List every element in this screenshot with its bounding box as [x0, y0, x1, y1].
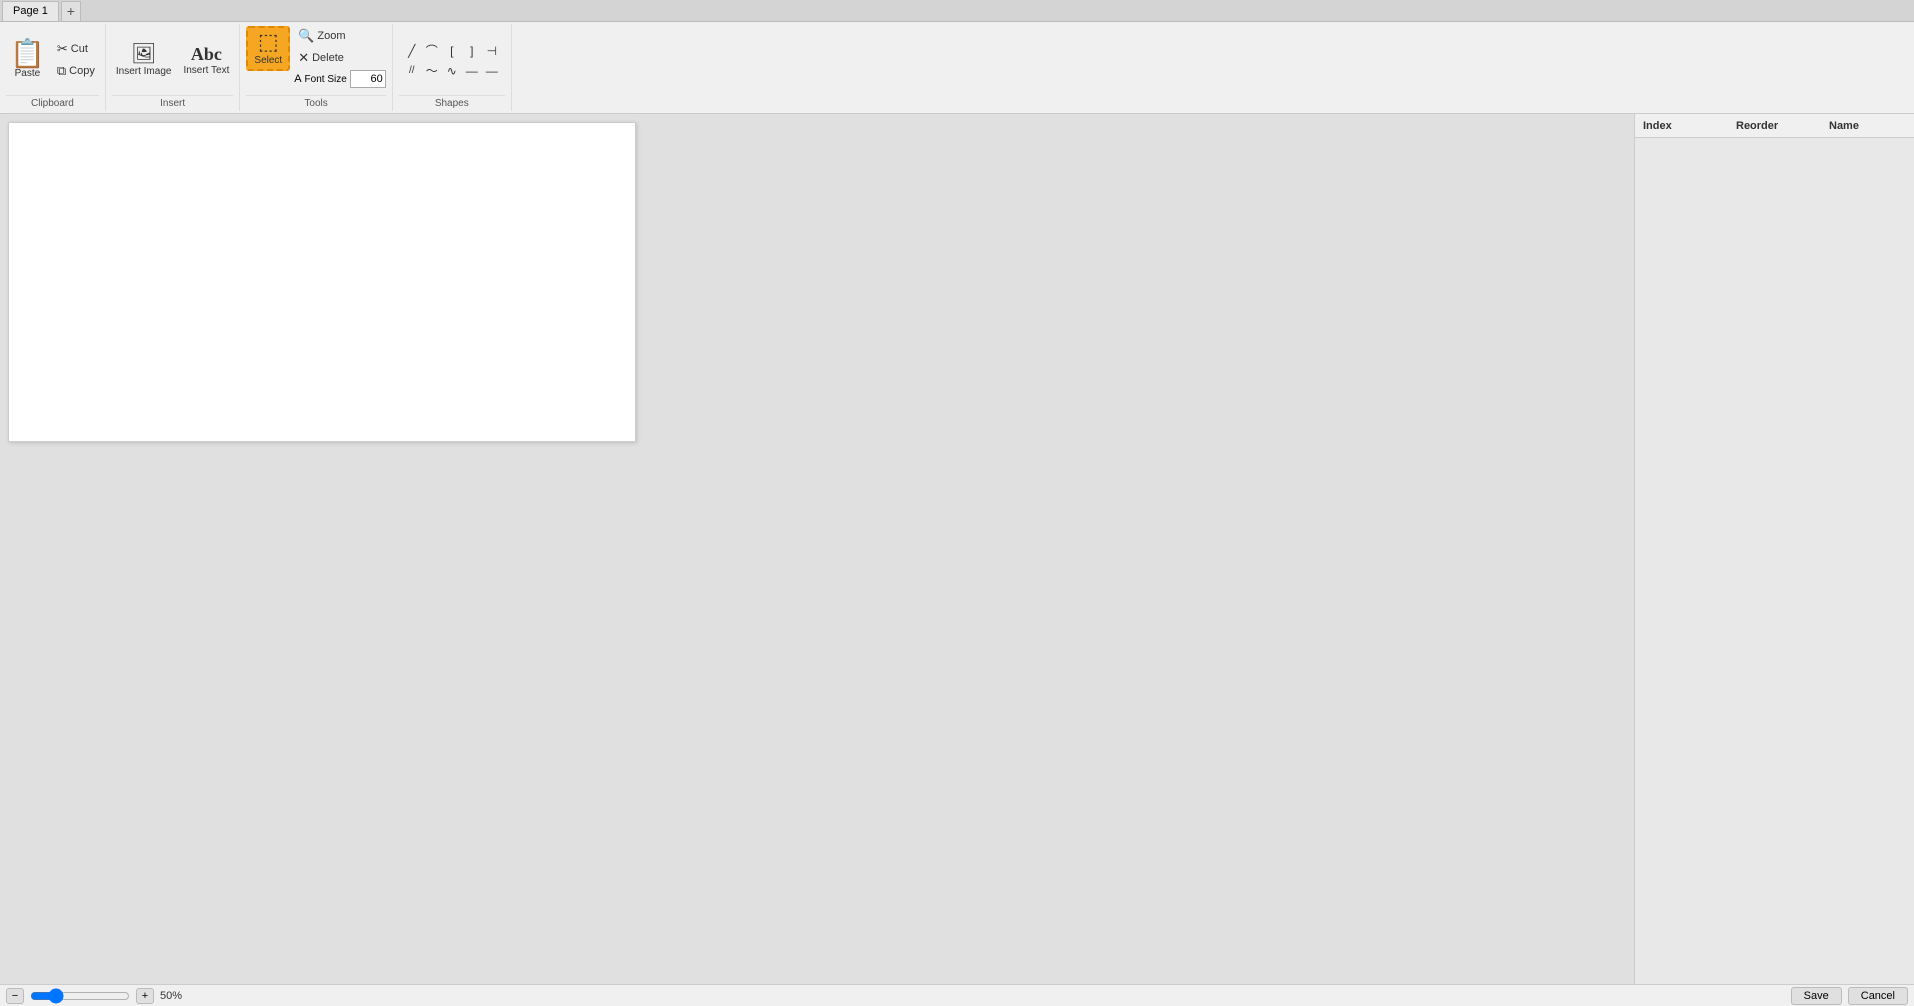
tools-small-buttons: 🔍 Zoom ✕ Delete A Font Size: [294, 26, 386, 88]
select-button[interactable]: ⬚ Select: [246, 26, 290, 71]
zoom-button[interactable]: 🔍 Zoom: [294, 26, 386, 46]
paste-icon: 📋: [10, 40, 45, 68]
shape-wave[interactable]: 〜: [423, 62, 441, 80]
shape-tee[interactable]: ⊣: [483, 42, 501, 60]
font-size-icon: A: [294, 73, 301, 85]
insert-text-label: Insert Text: [183, 65, 229, 76]
font-size-label: Font Size: [305, 74, 347, 85]
zoom-icon: 🔍: [298, 28, 314, 44]
insert-label: Insert: [112, 95, 234, 109]
font-size-input[interactable]: [350, 70, 386, 88]
main-area: Index Reorder Name: [0, 114, 1914, 984]
shape-sine[interactable]: ∿: [443, 62, 461, 80]
shape-bracket-open[interactable]: [: [443, 42, 461, 60]
tools-group: ⬚ Select 🔍 Zoom ✕ Delete A Font Size: [240, 24, 392, 111]
zoom-slider[interactable]: [30, 989, 130, 1003]
shape-line[interactable]: ╱: [403, 42, 421, 60]
font-size-row: A Font Size: [294, 70, 386, 88]
col-index-header: Index: [1635, 116, 1728, 136]
copy-label: Copy: [69, 65, 95, 77]
copy-button[interactable]: ⧉ Copy: [53, 61, 99, 81]
select-icon: ⬚: [258, 31, 279, 53]
shapes-group: ╱ ⌒ [ ] ⊣ // 〜 ∿ — — Shapes: [393, 24, 512, 111]
col-name-header: Name: [1821, 116, 1914, 136]
canvas-area[interactable]: [0, 114, 1634, 984]
cut-label: Cut: [71, 43, 88, 55]
paste-button[interactable]: 📋 Paste: [6, 37, 49, 82]
status-bar: − + 50% Save Cancel: [0, 984, 1914, 1006]
right-panel: Index Reorder Name: [1634, 114, 1914, 984]
tab-bar: Page 1 +: [0, 0, 1914, 22]
save-button[interactable]: Save: [1791, 987, 1842, 1005]
clipboard-label: Clipboard: [6, 95, 99, 109]
shape-arc[interactable]: ⌒: [423, 42, 441, 60]
clipboard-group-content: 📋 Paste ✂ Cut ⧉ Copy: [6, 26, 99, 95]
insert-image-button[interactable]: 🖼 Insert Image: [112, 41, 176, 80]
right-panel-header: Index Reorder Name: [1635, 114, 1914, 138]
shape-dash[interactable]: —: [463, 62, 481, 80]
shape-double-slash[interactable]: //: [403, 62, 421, 80]
delete-button[interactable]: ✕ Delete: [294, 48, 386, 68]
add-tab-button[interactable]: +: [61, 1, 81, 21]
insert-group: 🖼 Insert Image Abc Insert Text Insert: [106, 24, 241, 111]
shapes-label: Shapes: [399, 95, 505, 109]
right-panel-content: [1635, 138, 1914, 984]
zoom-label: Zoom: [317, 30, 345, 42]
cancel-button[interactable]: Cancel: [1848, 987, 1908, 1005]
zoom-out-button[interactable]: −: [6, 988, 24, 1004]
insert-text-button[interactable]: Abc Insert Text: [179, 42, 233, 79]
cut-icon: ✂: [57, 41, 68, 57]
delete-icon: ✕: [298, 50, 309, 66]
insert-image-label: Insert Image: [116, 66, 172, 77]
shape-bracket-close[interactable]: ]: [463, 42, 481, 60]
ribbon: 📋 Paste ✂ Cut ⧉ Copy Clipboard 🖼 Insert …: [0, 22, 1914, 114]
zoom-in-button[interactable]: +: [136, 988, 154, 1004]
insert-image-icon: 🖼: [131, 44, 156, 64]
page-canvas: [8, 122, 636, 442]
copy-icon: ⧉: [57, 63, 66, 79]
col-reorder-header: Reorder: [1728, 116, 1821, 136]
cut-button[interactable]: ✂ Cut: [53, 39, 92, 59]
clipboard-small-buttons: ✂ Cut ⧉ Copy: [53, 39, 99, 81]
insert-text-icon: Abc: [191, 45, 222, 63]
page-1-tab[interactable]: Page 1: [2, 1, 59, 21]
shape-line2[interactable]: —: [483, 62, 501, 80]
paste-label: Paste: [15, 68, 41, 79]
shapes-grid: ╱ ⌒ [ ] ⊣ // 〜 ∿ — —: [399, 38, 505, 84]
insert-group-content: 🖼 Insert Image Abc Insert Text: [112, 26, 234, 95]
status-bar-right: Save Cancel: [1791, 987, 1908, 1005]
zoom-level: 50%: [160, 990, 182, 1002]
tools-group-content: ⬚ Select 🔍 Zoom ✕ Delete A Font Size: [246, 26, 385, 95]
select-label: Select: [254, 55, 282, 66]
tab-label: Page 1: [13, 5, 48, 17]
shapes-grid-container: ╱ ⌒ [ ] ⊣ // 〜 ∿ — —: [399, 26, 505, 95]
delete-label: Delete: [312, 52, 344, 64]
tools-label: Tools: [246, 95, 385, 109]
add-tab-icon: +: [67, 3, 75, 19]
clipboard-group: 📋 Paste ✂ Cut ⧉ Copy Clipboard: [0, 24, 106, 111]
